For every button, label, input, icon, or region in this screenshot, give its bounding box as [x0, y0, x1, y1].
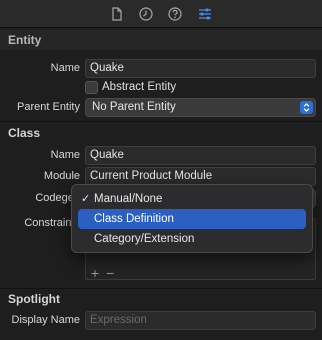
file-icon[interactable] [108, 5, 126, 23]
entity-section-header: Entity [0, 30, 322, 50]
display-name-field[interactable]: Expression [85, 311, 316, 330]
entity-name-label: Name [50, 62, 80, 74]
menu-item-label: Class Definition [94, 213, 174, 225]
spotlight-section-header: Spotlight [8, 292, 60, 306]
parent-entity-value: No Parent Entity [92, 101, 176, 113]
checkmark-icon: ✓ [81, 193, 91, 205]
display-name-label: Display Name [11, 314, 80, 326]
sliders-icon[interactable] [196, 5, 214, 23]
entity-name-field[interactable]: Quake [85, 59, 316, 78]
chevron-updown-icon [300, 101, 313, 114]
menu-item-label: Category/Extension [94, 233, 195, 245]
help-icon[interactable] [166, 5, 184, 23]
menu-item-category-extension[interactable]: Category/Extension [78, 229, 306, 249]
class-name-label: Name [50, 149, 80, 161]
abstract-entity-label: Abstract Entity [102, 81, 177, 93]
inspector-panel: Entity Name Quake Abstract Entity Parent… [0, 0, 322, 340]
module-label: Module [43, 170, 80, 182]
clock-icon[interactable] [137, 5, 155, 23]
section-divider [0, 121, 322, 122]
constraints-add-remove: + − [89, 266, 116, 280]
add-constraint-button[interactable]: + [89, 266, 101, 280]
menu-item-manual-none[interactable]: ✓ Manual/None [78, 189, 306, 209]
abstract-entity-checkbox[interactable] [85, 81, 98, 94]
class-section-header: Class [8, 126, 41, 140]
codegen-menu: ✓ Manual/None Class Definition Category/… [71, 184, 313, 253]
inspector-toolbar [0, 0, 322, 28]
menu-item-label: Manual/None [94, 193, 163, 205]
menu-item-class-definition[interactable]: Class Definition [78, 209, 306, 229]
class-name-field[interactable]: Quake [85, 146, 316, 165]
parent-entity-label: Parent Entity [17, 101, 80, 113]
parent-entity-popup[interactable]: No Parent Entity [85, 98, 316, 117]
remove-constraint-button[interactable]: − [104, 266, 116, 280]
